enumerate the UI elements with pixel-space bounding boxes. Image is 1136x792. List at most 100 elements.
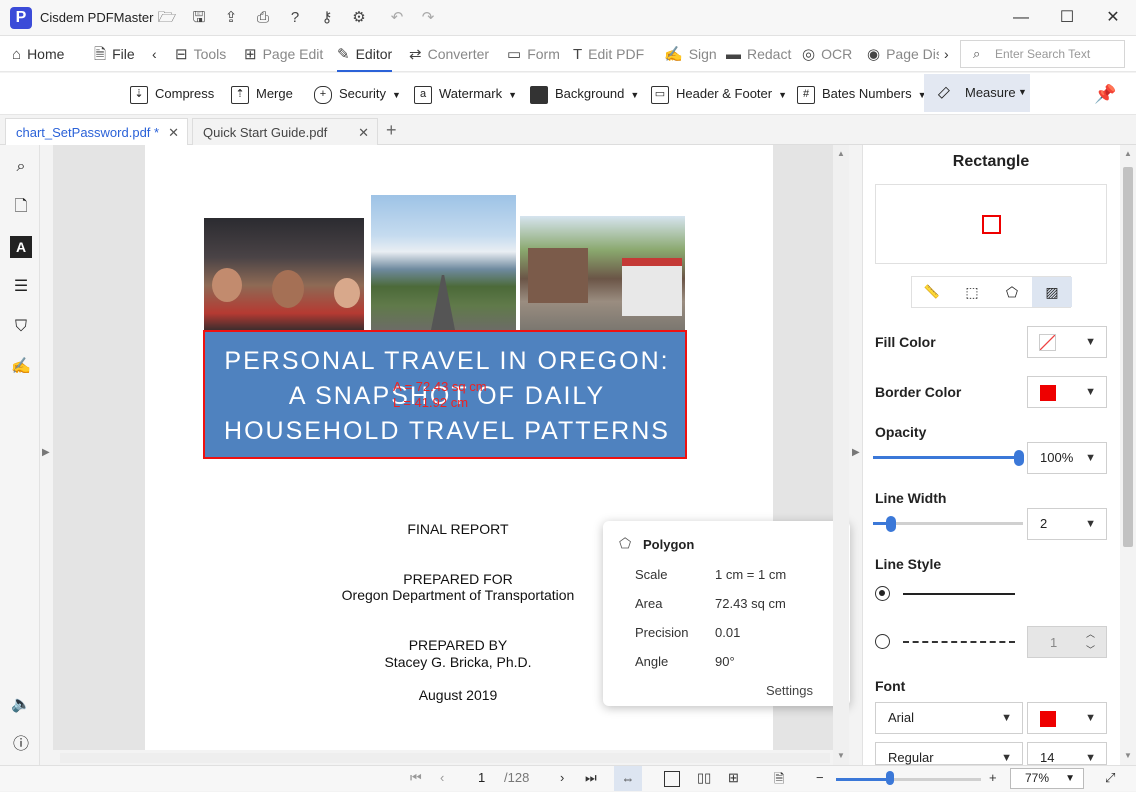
panel-scroll-thumb[interactable]: [1123, 167, 1133, 547]
security-button[interactable]: + Security ▼: [314, 73, 401, 115]
outline-list-icon[interactable]: ☰: [10, 276, 32, 298]
undo-icon[interactable]: ↶: [387, 8, 407, 28]
menu-sign[interactable]: ✍ Sign: [664, 36, 717, 72]
background-button[interactable]: Background ▼: [530, 73, 639, 115]
compress-button[interactable]: ⇣ Compress: [130, 73, 214, 115]
close-tab-icon[interactable]: ✕: [168, 119, 179, 146]
app-title: Cisdem PDFMaster: [40, 10, 154, 25]
current-page-input[interactable]: 1: [478, 770, 485, 785]
help-icon[interactable]: ?: [285, 8, 305, 28]
document-scrollbar[interactable]: ▲ ▼: [833, 145, 849, 765]
panel-scrollbar[interactable]: ▲ ▼: [1120, 145, 1136, 765]
pin-icon[interactable]: 📌: [1094, 84, 1116, 105]
menu-tools[interactable]: ⊟ Tools: [175, 36, 226, 72]
new-tab-icon[interactable]: +: [386, 120, 397, 141]
search-input[interactable]: ⌕ Enter Search Text: [960, 40, 1125, 68]
two-page-icon[interactable]: ▯▯: [697, 770, 711, 786]
opacity-slider-handle[interactable]: [1014, 450, 1024, 466]
previous-page-icon[interactable]: ‹: [440, 770, 444, 785]
page-thumbnail-icon[interactable]: 🗋: [10, 196, 32, 218]
last-page-icon[interactable]: ⏭: [585, 770, 597, 786]
text-annotation-icon[interactable]: A: [10, 236, 32, 258]
menu-ocr[interactable]: ◎ OCR: [802, 36, 852, 72]
search-icon[interactable]: ⌕: [10, 156, 32, 178]
close-window-button[interactable]: ✕: [1090, 0, 1136, 36]
line-width-dropdown[interactable]: 2 ▼: [1027, 508, 1107, 540]
perimeter-tool-icon[interactable]: ⬚: [952, 277, 992, 307]
signature-icon: ✍: [664, 46, 683, 63]
solid-line-radio[interactable]: [875, 586, 890, 601]
first-page-icon[interactable]: ⏮: [410, 770, 422, 786]
info-icon[interactable]: ⓘ: [10, 734, 32, 756]
minimize-button[interactable]: —: [998, 0, 1044, 36]
chevron-right-icon[interactable]: ›: [944, 36, 949, 72]
zoom-out-icon[interactable]: −: [816, 770, 824, 785]
watermark-button[interactable]: a Watermark ▼: [414, 73, 517, 115]
bates-numbers-button[interactable]: # Bates Numbers ▼: [797, 73, 927, 115]
collapse-panel-icon[interactable]: ▶: [852, 447, 860, 458]
menu-page-edit[interactable]: ⊞ Page Edit: [244, 36, 323, 72]
angle-label: Angle: [635, 654, 669, 669]
share-icon[interactable]: ⇪: [221, 8, 241, 28]
close-tab-icon[interactable]: ✕: [358, 119, 369, 146]
dash-spacing-stepper[interactable]: 1 ︿ ﹀: [1027, 626, 1107, 658]
increment-icon[interactable]: ︿: [1086, 627, 1095, 640]
menu-redact[interactable]: ▬ Redact: [726, 36, 791, 72]
fill-color-dropdown[interactable]: ▼: [1027, 326, 1107, 358]
decrement-icon[interactable]: ﹀: [1086, 643, 1095, 656]
menu-file[interactable]: 🗎 File: [94, 36, 135, 72]
menu-edit-pdf[interactable]: T Edit PDF: [573, 36, 644, 72]
line-width-slider-handle[interactable]: [886, 516, 896, 532]
polygon-area-tool-icon[interactable]: ⬠: [992, 277, 1032, 307]
ocr-icon: ◎: [802, 46, 816, 63]
distance-tool-icon[interactable]: 📏: [912, 277, 952, 307]
scroll-down-icon[interactable]: ▼: [1124, 751, 1132, 760]
dashed-line-radio[interactable]: [875, 634, 890, 649]
fit-width-icon[interactable]: ⇔: [614, 766, 642, 791]
speaker-icon[interactable]: 🔈: [10, 694, 32, 716]
scroll-up-icon[interactable]: ▲: [1124, 149, 1132, 158]
font-color-dropdown[interactable]: ▼: [1027, 702, 1107, 734]
menu-home[interactable]: ⌂ Home: [12, 36, 64, 72]
expand-sidebar-icon[interactable]: ▶: [42, 447, 50, 458]
save-icon[interactable]: 🖫: [189, 8, 209, 28]
report-title-box[interactable]: PERSONAL TRAVEL IN OREGON: A SNAPSHOT OF…: [203, 330, 687, 459]
font-family-dropdown[interactable]: Arial ▼: [875, 702, 1023, 734]
maximize-button[interactable]: ☐: [1044, 0, 1090, 36]
menu-converter[interactable]: ⇄ Converter: [409, 36, 489, 72]
border-color-dropdown[interactable]: ▼: [1027, 376, 1107, 408]
chevron-left-icon[interactable]: ‹: [152, 36, 157, 72]
tab-quick-start-guide[interactable]: Quick Start Guide.pdf ✕: [192, 118, 378, 145]
bookmark-icon[interactable]: ⛉: [10, 316, 32, 338]
menu-form[interactable]: ▭ Form: [507, 36, 560, 72]
zoom-level-dropdown[interactable]: 77% ▼: [1010, 768, 1084, 789]
settings-icon[interactable]: ⚙: [349, 8, 369, 28]
tab-chart-setpassword[interactable]: chart_SetPassword.pdf * ✕: [5, 118, 188, 145]
measure-button[interactable]: ▭ Measure ▼: [924, 74, 1030, 112]
rectangle-area-tool-icon[interactable]: ▨: [1032, 277, 1072, 307]
app-logo: P: [10, 7, 32, 29]
horizontal-scrollbar[interactable]: [60, 753, 830, 763]
menu-editor[interactable]: ✎ Editor: [337, 36, 393, 72]
fullscreen-icon[interactable]: ⤢: [1105, 770, 1115, 786]
scroll-up-icon[interactable]: ▲: [837, 149, 845, 158]
menu-page-display[interactable]: ◉ Page Dis: [867, 36, 939, 72]
print-icon[interactable]: ⎙: [253, 8, 273, 28]
open-folder-icon[interactable]: 🗁: [157, 8, 177, 28]
merge-button[interactable]: ⇡ Merge: [231, 73, 293, 115]
settings-link[interactable]: Settings: [766, 683, 813, 698]
signature-icon[interactable]: ✍: [10, 356, 32, 378]
scroll-down-icon[interactable]: ▼: [837, 751, 845, 760]
scroll-mode-icon[interactable]: ⊞: [728, 770, 739, 786]
next-page-icon[interactable]: ›: [560, 770, 564, 785]
export-page-icon[interactable]: 🗎: [774, 770, 784, 792]
key-icon[interactable]: ⚷: [317, 8, 337, 28]
single-page-icon[interactable]: [664, 771, 680, 787]
header-footer-button[interactable]: ▭ Header & Footer ▼: [651, 73, 787, 115]
redo-icon[interactable]: ↷: [418, 8, 438, 28]
font-style-dropdown[interactable]: Regular ▼: [875, 742, 1023, 765]
zoom-slider-handle[interactable]: [886, 771, 894, 785]
opacity-dropdown[interactable]: 100% ▼: [1027, 442, 1107, 474]
zoom-in-icon[interactable]: +: [989, 770, 997, 785]
font-size-dropdown[interactable]: 14 ▼: [1027, 742, 1107, 765]
